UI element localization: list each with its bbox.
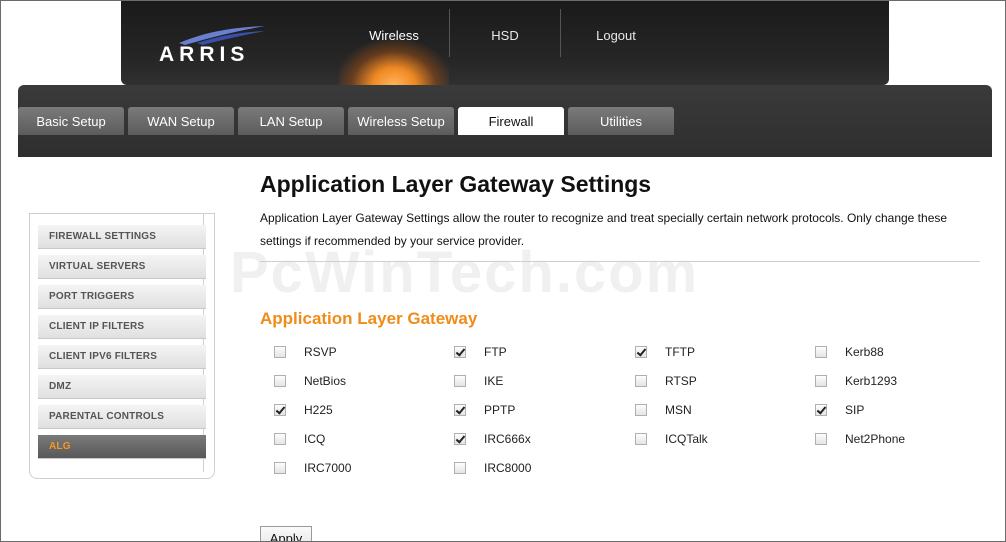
content-area: FIREWALL SETTINGS VIRTUAL SERVERS PORT T…: [18, 157, 992, 541]
option-kerb1293[interactable]: Kerb1293: [815, 372, 897, 390]
sidebar-item-firewall-settings[interactable]: FIREWALL SETTINGS: [38, 225, 206, 249]
option-rsvp[interactable]: RSVP: [274, 343, 337, 361]
checkbox[interactable]: [815, 404, 827, 416]
sidebar-item-client-ipv6-filters[interactable]: CLIENT IPV6 FILTERS: [38, 345, 206, 369]
router-admin-window: ARRIS Wireless HSD Logout Basic Setup WA…: [0, 0, 1006, 542]
tab-firewall[interactable]: Firewall: [458, 107, 564, 135]
option-irc8000[interactable]: IRC8000: [454, 459, 531, 477]
section-divider: [260, 261, 980, 262]
checkbox[interactable]: [454, 433, 466, 445]
topnav-logout[interactable]: Logout: [561, 1, 671, 85]
option-net2phone[interactable]: Net2Phone: [815, 430, 905, 448]
option-label: H225: [304, 403, 333, 417]
option-label: MSN: [665, 403, 692, 417]
option-label: TFTP: [665, 345, 695, 359]
option-label: RSVP: [304, 345, 337, 359]
option-label: IRC8000: [484, 461, 532, 475]
sidebar-item-client-ip-filters[interactable]: CLIENT IP FILTERS: [38, 315, 206, 339]
tab-basic-setup[interactable]: Basic Setup: [18, 107, 124, 135]
option-label: NetBios: [304, 374, 347, 388]
checkbox[interactable]: [635, 404, 647, 416]
option-irc666x[interactable]: IRC666x: [454, 430, 531, 448]
option-label: ICQTalk: [665, 432, 708, 446]
option-label: SIP: [845, 403, 865, 417]
checkbox[interactable]: [635, 375, 647, 387]
option-tftp[interactable]: TFTP: [635, 343, 695, 361]
option-ftp[interactable]: FTP: [454, 343, 507, 361]
option-icq[interactable]: ICQ: [274, 430, 325, 448]
tab-utilities[interactable]: Utilities: [568, 107, 674, 135]
arris-logo: ARRIS: [159, 25, 269, 66]
option-netbios[interactable]: NetBios: [274, 372, 346, 390]
option-rtsp[interactable]: RTSP: [635, 372, 697, 390]
checkbox[interactable]: [454, 375, 466, 387]
option-label: IRC666x: [484, 432, 531, 446]
checkbox[interactable]: [454, 462, 466, 474]
logo-text: ARRIS: [159, 43, 250, 66]
top-header: ARRIS Wireless HSD Logout: [121, 1, 889, 85]
checkbox[interactable]: [815, 375, 827, 387]
option-pptp[interactable]: PPTP: [454, 401, 515, 419]
option-label: ICQ: [304, 432, 326, 446]
top-nav: Wireless HSD Logout: [339, 1, 671, 85]
sidebar-item-parental-controls[interactable]: PARENTAL CONTROLS: [38, 405, 206, 429]
checkbox[interactable]: [274, 433, 286, 445]
checkbox[interactable]: [274, 462, 286, 474]
checkbox[interactable]: [454, 346, 466, 358]
tab-wireless-setup[interactable]: Wireless Setup: [348, 107, 454, 135]
option-icqtalk[interactable]: ICQTalk: [635, 430, 708, 448]
option-label: Kerb1293: [845, 374, 898, 388]
sidebar: FIREWALL SETTINGS VIRTUAL SERVERS PORT T…: [29, 213, 215, 479]
sidebar-item-dmz[interactable]: DMZ: [38, 375, 206, 399]
checkbox[interactable]: [274, 346, 286, 358]
tabs: Basic Setup WAN Setup LAN Setup Wireless…: [18, 107, 674, 135]
checkbox[interactable]: [815, 433, 827, 445]
sidebar-rail: [203, 214, 204, 472]
checkbox[interactable]: [274, 375, 286, 387]
tab-wan-setup[interactable]: WAN Setup: [128, 107, 234, 135]
topnav-hsd[interactable]: HSD: [450, 1, 560, 85]
option-label: IRC7000: [304, 461, 352, 475]
checkbox[interactable]: [635, 433, 647, 445]
option-ike[interactable]: IKE: [454, 372, 503, 390]
option-label: RTSP: [665, 374, 697, 388]
checkbox[interactable]: [454, 404, 466, 416]
sidebar-item-port-triggers[interactable]: PORT TRIGGERS: [38, 285, 206, 309]
page-description: Application Layer Gateway Settings allow…: [260, 211, 948, 248]
sidebar-item-virtual-servers[interactable]: VIRTUAL SERVERS: [38, 255, 206, 279]
option-kerb88[interactable]: Kerb88: [815, 343, 884, 361]
option-label: Kerb88: [845, 345, 884, 359]
tab-bar: Basic Setup WAN Setup LAN Setup Wireless…: [18, 85, 992, 157]
tab-lan-setup[interactable]: LAN Setup: [238, 107, 344, 135]
option-h225[interactable]: H225: [274, 401, 333, 419]
page-title: Application Layer Gateway Settings: [260, 171, 652, 197]
option-sip[interactable]: SIP: [815, 401, 864, 419]
checkbox[interactable]: [274, 404, 286, 416]
option-msn[interactable]: MSN: [635, 401, 692, 419]
option-label: Net2Phone: [845, 432, 906, 446]
apply-button[interactable]: Apply: [260, 526, 312, 541]
option-label: FTP: [484, 345, 507, 359]
section-title: Application Layer Gateway: [260, 309, 478, 328]
topnav-wireless[interactable]: Wireless: [339, 1, 449, 85]
logo-swoosh-icon: [179, 26, 265, 45]
option-irc7000[interactable]: IRC7000: [274, 459, 351, 477]
option-label: PPTP: [484, 403, 516, 417]
option-label: IKE: [484, 374, 504, 388]
checkbox[interactable]: [635, 346, 647, 358]
sidebar-item-alg[interactable]: ALG: [38, 435, 206, 459]
checkbox[interactable]: [815, 346, 827, 358]
